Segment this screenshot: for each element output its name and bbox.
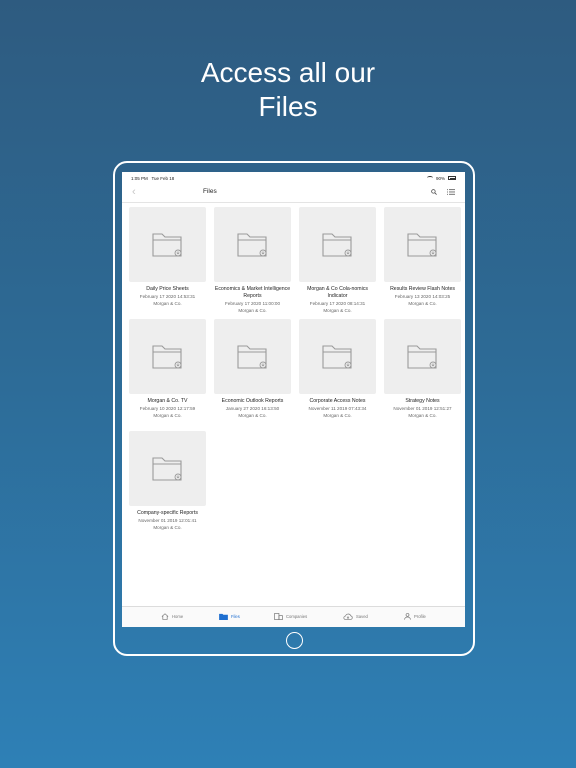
file-thumbnail[interactable]	[129, 431, 206, 506]
folder-icon	[237, 343, 267, 369]
status-time: 1:05 PM	[131, 175, 148, 181]
file-owner: Morgan & Co.	[153, 301, 182, 306]
file-card[interactable]: Company-specific Reports November 01 2019…	[129, 431, 206, 531]
file-thumbnail[interactable]	[214, 207, 291, 282]
list-view-icon[interactable]	[447, 189, 455, 195]
status-date: Tue Feb 18	[151, 175, 175, 181]
building-icon	[274, 613, 283, 620]
file-date: November 01 2019 12:01:41	[138, 518, 197, 523]
folder-icon	[322, 231, 352, 257]
folder-icon	[237, 231, 267, 257]
file-title: Morgan & Co Cola-nomics Indicator	[307, 286, 368, 299]
file-owner: Morgan & Co.	[238, 308, 267, 313]
cloud-download-icon	[343, 613, 353, 620]
file-card[interactable]: Morgan & Co. TV February 10 2020 12:17:59…	[129, 319, 206, 419]
file-owner: Morgan & Co.	[153, 525, 182, 530]
file-owner: Morgan & Co.	[408, 413, 437, 418]
headline-line-2: Files	[258, 91, 318, 122]
file-card[interactable]: Corporate Access Notes November 11 2019 0…	[299, 319, 376, 419]
tab-label-saved: Saved	[356, 614, 368, 619]
file-thumbnail[interactable]	[129, 207, 206, 282]
file-thumbnail[interactable]	[384, 207, 461, 282]
file-owner: Morgan & Co.	[408, 301, 437, 306]
tab-bar: Home Files Companies Saved Profile	[122, 606, 465, 627]
tab-profile[interactable]: Profile	[404, 613, 426, 620]
battery-percent: 90%	[435, 175, 445, 181]
tab-saved[interactable]: Saved	[343, 613, 368, 620]
search-icon[interactable]	[431, 189, 437, 195]
tab-files[interactable]: Files	[219, 613, 240, 620]
file-title: Economics & Market Intelligence Reports	[214, 286, 291, 299]
file-card[interactable]: Morgan & Co Cola-nomics Indicator Februar…	[299, 207, 376, 314]
page-title: Files	[203, 188, 217, 195]
person-icon	[404, 613, 411, 620]
file-date: February 17 2020 08:14:31	[309, 301, 366, 306]
file-card[interactable]: Results Review Flash Notes February 13 20…	[384, 207, 461, 307]
file-date: February 17 2020 14:53:31	[139, 294, 196, 299]
file-title: Corporate Access Notes	[309, 398, 366, 404]
folder-icon	[407, 231, 437, 257]
chevron-left-icon[interactable]: ‹	[132, 186, 136, 198]
file-title: Daily Price Sheets	[146, 286, 189, 292]
file-thumbnail[interactable]	[214, 319, 291, 394]
tab-label-companies: Companies	[286, 614, 308, 619]
battery-icon	[448, 176, 456, 180]
tab-companies[interactable]: Companies	[274, 613, 307, 620]
file-date: November 01 2019 12:51:27	[393, 406, 452, 411]
file-owner: Morgan & Co.	[238, 413, 267, 418]
tab-label-home: Home	[172, 614, 184, 619]
file-card[interactable]: Daily Price Sheets February 17 2020 14:53…	[129, 207, 206, 307]
status-bar: 1:05 PM Tue Feb 18 90%	[122, 172, 465, 184]
headline-line-1: Access all our	[200, 57, 376, 88]
home-icon	[161, 613, 169, 620]
file-thumbnail[interactable]	[299, 319, 376, 394]
folder-icon	[219, 613, 228, 620]
file-date: February 17 2020 11:00:00	[224, 301, 281, 306]
folder-icon	[322, 343, 352, 369]
file-title: Results Review Flash Notes	[390, 286, 455, 292]
file-thumbnail[interactable]	[384, 319, 461, 394]
tab-label-profile: Profile	[414, 614, 426, 619]
status-indicators: 90%	[426, 175, 456, 181]
file-thumbnail[interactable]	[299, 207, 376, 282]
file-card[interactable]: Economic Outlook Reports January 27 2020 …	[214, 319, 291, 419]
file-owner: Morgan & Co.	[323, 413, 352, 418]
folder-icon	[407, 343, 437, 369]
file-date: February 10 2020 12:17:59	[139, 406, 196, 411]
file-title: Morgan & Co. TV	[147, 398, 188, 404]
file-date: February 13 2020 14:03:25	[394, 294, 451, 299]
file-owner: Morgan & Co.	[153, 413, 182, 418]
file-card[interactable]: Strategy Notes November 01 2019 12:51:27 M…	[384, 319, 461, 419]
nav-bar: ‹ Files	[122, 184, 465, 203]
file-title: Company-specific Reports	[137, 510, 198, 516]
file-date: January 27 2020 16:13:50	[225, 406, 280, 411]
file-owner: Morgan & Co.	[323, 308, 352, 313]
file-title: Economic Outlook Reports	[221, 398, 284, 404]
wifi-icon	[426, 176, 433, 180]
home-button	[286, 632, 303, 649]
file-title: Strategy Notes	[405, 398, 440, 404]
tab-label-files: Files	[231, 614, 240, 619]
folder-icon	[152, 231, 182, 257]
file-date: November 11 2019 07:43:34	[308, 406, 367, 411]
status-time-date: 1:05 PM Tue Feb 18	[131, 176, 174, 181]
file-card[interactable]: Economics & Market Intelligence Reports F…	[214, 207, 291, 314]
file-thumbnail[interactable]	[129, 319, 206, 394]
folder-icon	[152, 455, 182, 481]
tab-home[interactable]: Home	[161, 613, 183, 620]
app-screen: 1:05 PM Tue Feb 18 90% ‹ Files Daily Pri…	[122, 172, 465, 627]
folder-icon	[152, 343, 182, 369]
headline: Access all our Files	[0, 56, 576, 124]
